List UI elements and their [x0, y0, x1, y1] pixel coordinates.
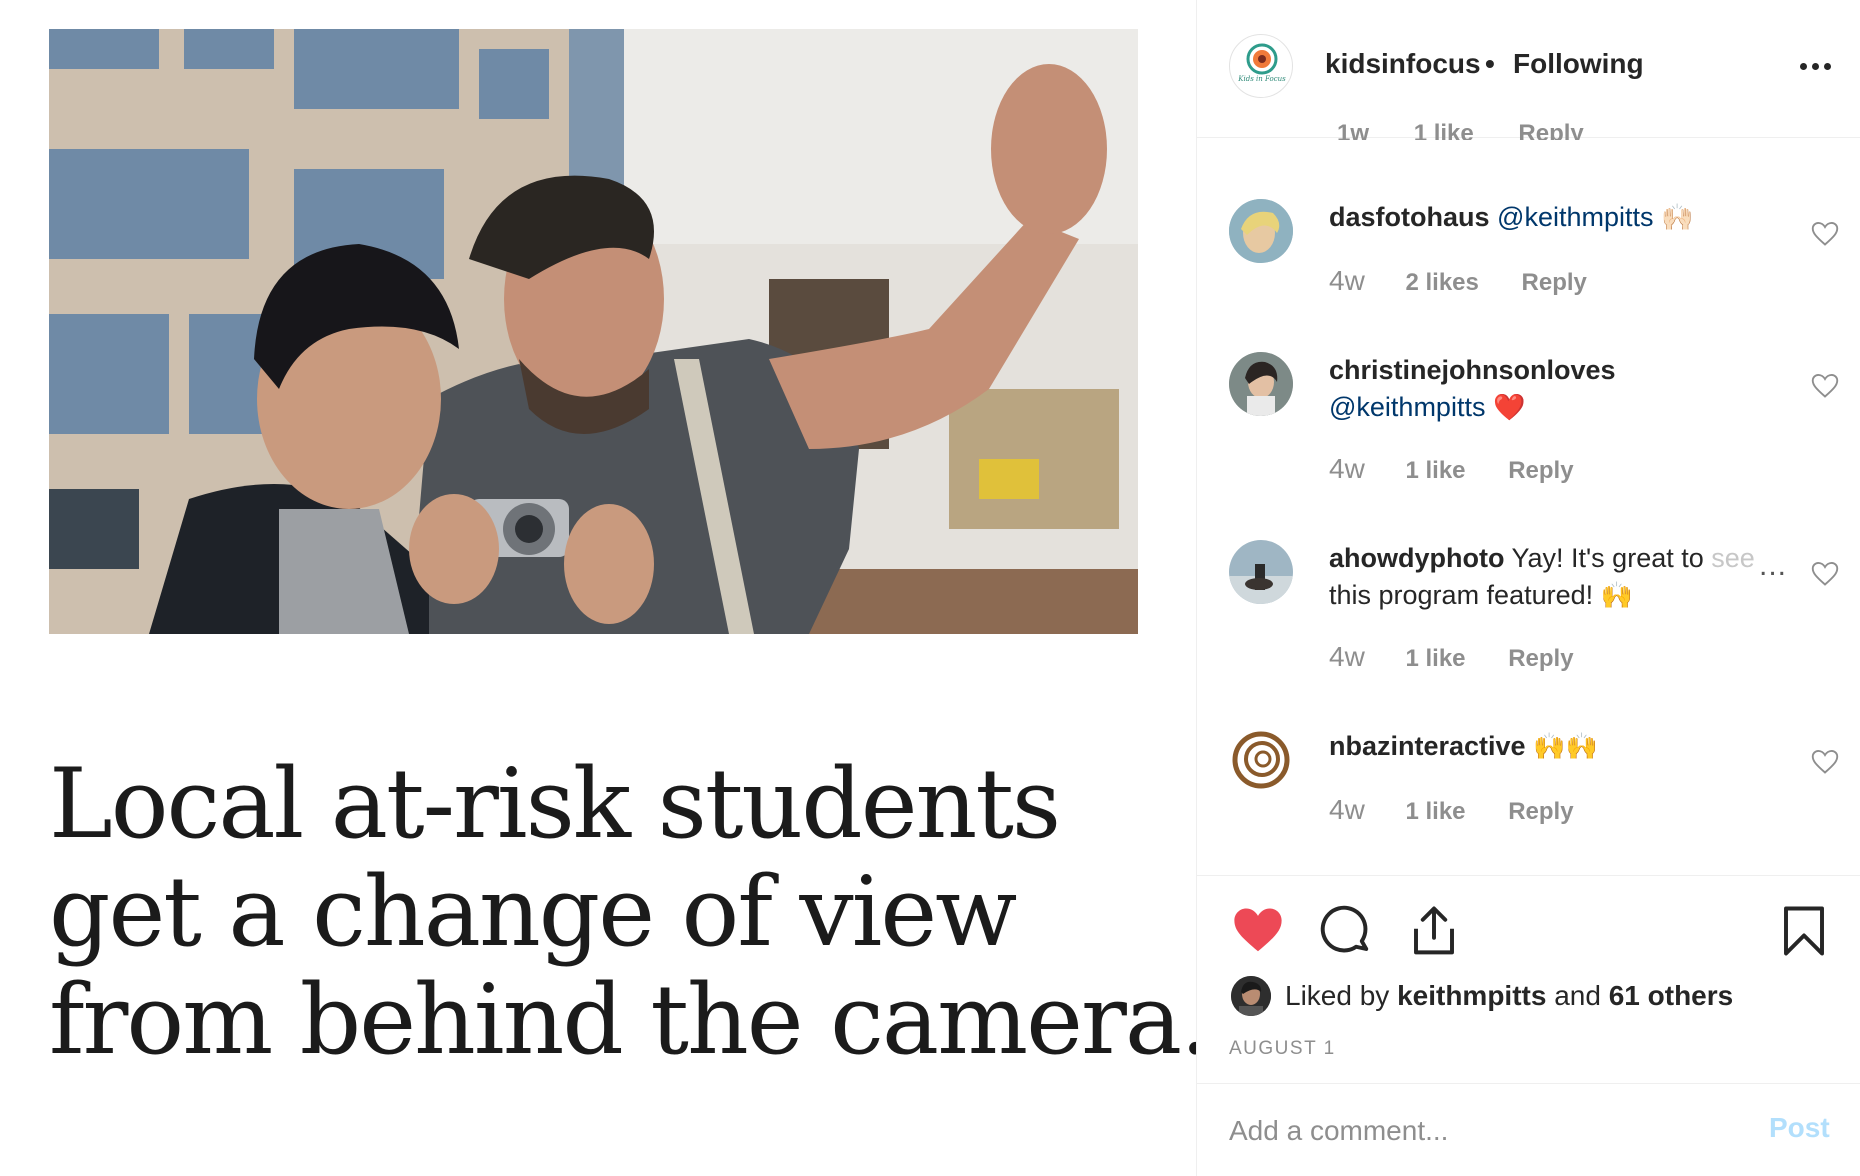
comments-list[interactable]: dasfotohaus @keithmpitts 🙌🏻 4w 2 likes R…	[1197, 139, 1860, 874]
comment-mention[interactable]: @keithmpitts	[1497, 202, 1653, 232]
post-comment-button[interactable]: Post	[1769, 1112, 1830, 1144]
comment-likes[interactable]: 2 likes	[1405, 269, 1478, 296]
comment-text: nbazinteractive 🙌🙌	[1329, 728, 1799, 765]
reply-button[interactable]: Reply	[1508, 798, 1573, 825]
headline-line: Local at-risk students	[49, 748, 1061, 860]
cut-likes[interactable]: 1 like	[1414, 120, 1474, 140]
reply-button[interactable]: Reply	[1508, 457, 1573, 484]
comment-text: ahowdyphoto Yay! It's great to see this …	[1329, 540, 1759, 614]
cut-reply[interactable]: Reply	[1518, 120, 1583, 140]
comment-meta: 4w 1 like Reply	[1329, 453, 1574, 485]
comment-username[interactable]: christinejohnsonloves	[1329, 355, 1616, 385]
liked-by-middle: and	[1554, 980, 1601, 1011]
comment-likes[interactable]: 1 like	[1405, 457, 1465, 484]
comment-meta: 4w 2 likes Reply	[1329, 265, 1587, 297]
headline-line: from behind the camera.	[49, 964, 1211, 1076]
comment-meta: 4w 1 like Reply	[1329, 641, 1574, 673]
bookmark-icon[interactable]	[1777, 904, 1831, 958]
comment-username[interactable]: dasfotohaus	[1329, 202, 1490, 232]
comment-timestamp[interactable]: 4w	[1329, 265, 1365, 296]
comment-body-cont: this program featured!	[1329, 580, 1594, 610]
add-comment-input[interactable]	[1229, 1106, 1729, 1156]
comment-username[interactable]: ahowdyphoto	[1329, 543, 1504, 573]
comment-emoji: ❤️	[1492, 392, 1526, 422]
profile-avatar[interactable]: Kids in Focus	[1229, 34, 1293, 98]
like-heart-icon[interactable]	[1231, 904, 1285, 958]
liker-avatar[interactable]	[1231, 976, 1271, 1016]
reply-button[interactable]: Reply	[1508, 645, 1573, 672]
add-comment-bar: Post	[1197, 1083, 1860, 1176]
commenter-avatar[interactable]	[1229, 199, 1293, 263]
more-options-icon[interactable]	[1793, 46, 1837, 86]
comment-body: Yay! It's great to	[1511, 543, 1704, 573]
comment-emoji: 🙌🙌	[1533, 731, 1598, 761]
liked-by-prefix: Liked by	[1285, 980, 1390, 1011]
post-header: Kids in Focus kidsinfocus • Following 1w…	[1197, 0, 1860, 140]
comment-likes[interactable]: 1 like	[1405, 645, 1465, 672]
comment-emoji: 🙌	[1600, 580, 1634, 610]
post-date[interactable]: AUGUST 1	[1229, 1038, 1336, 1060]
cut-off-comment-meta: 1w 1 like Reply	[1337, 120, 1622, 140]
cut-time: 1w	[1337, 120, 1370, 140]
comment-text: dasfotohaus @keithmpitts 🙌🏻	[1329, 199, 1799, 236]
reply-button[interactable]: Reply	[1522, 269, 1587, 296]
share-icon[interactable]	[1407, 904, 1461, 958]
header-separator: •	[1485, 48, 1495, 79]
post-photo	[49, 29, 1138, 634]
comment-timestamp[interactable]: 4w	[1329, 641, 1365, 672]
comment-timestamp[interactable]: 4w	[1329, 453, 1365, 484]
comment-like-heart-icon[interactable]	[1811, 561, 1839, 587]
comment-likes[interactable]: 1 like	[1405, 798, 1465, 825]
liked-by-others[interactable]: 61 others	[1609, 980, 1734, 1012]
comment-text: christinejohnsonloves @keithmpitts ❤️	[1329, 352, 1799, 426]
header-username[interactable]: kidsinfocus	[1325, 48, 1481, 80]
liked-by-user[interactable]: keithmpitts	[1397, 980, 1546, 1012]
svg-text:Kids in Focus: Kids in Focus	[1237, 75, 1286, 83]
comment-username[interactable]: nbazinteractive	[1329, 731, 1526, 761]
commenter-avatar[interactable]	[1229, 540, 1293, 604]
comment-meta: 4w 1 like Reply	[1329, 794, 1574, 826]
post-headline: Local at-risk students get a change of v…	[49, 748, 1211, 1076]
comment-body-faded: see	[1711, 543, 1755, 573]
comments-panel: Kids in Focus kidsinfocus • Following 1w…	[1196, 0, 1860, 1176]
headline-line: get a change of view	[49, 856, 1017, 968]
comment-icon[interactable]	[1319, 904, 1373, 958]
commenter-avatar[interactable]	[1229, 352, 1293, 416]
commenter-avatar[interactable]	[1229, 728, 1293, 792]
photo-illustration	[49, 29, 1138, 634]
kidsinfocus-logo: Kids in Focus	[1237, 43, 1286, 83]
comment-more-options-icon[interactable]: ...	[1759, 549, 1787, 583]
comment-like-heart-icon[interactable]	[1811, 373, 1839, 399]
following-button[interactable]: Following	[1513, 48, 1644, 80]
post-media[interactable]: Local at-risk students get a change of v…	[0, 0, 1211, 1176]
post-actions: Liked by keithmpitts and 61 others AUGUS…	[1197, 875, 1860, 1083]
comment-emoji: 🙌🏻	[1661, 202, 1694, 232]
comment-like-heart-icon[interactable]	[1811, 749, 1839, 775]
comment-timestamp[interactable]: 4w	[1329, 794, 1365, 825]
comment-like-heart-icon[interactable]	[1811, 221, 1839, 247]
liked-by: Liked by keithmpitts and 61 others	[1231, 976, 1733, 1016]
comment-mention[interactable]: @keithmpitts	[1329, 392, 1485, 422]
